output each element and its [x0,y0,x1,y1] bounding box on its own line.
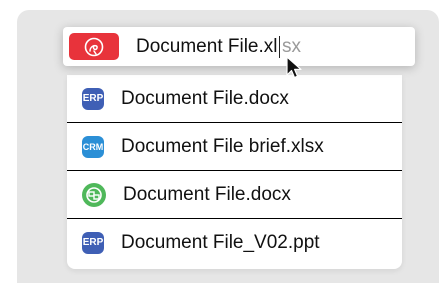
autocomplete-dropdown: ERP Document File.docx CRM Document File… [67,75,402,269]
result-item-3[interactable]: Document File.docx [67,171,402,218]
arrow-cursor-icon [285,56,303,85]
autocomplete-suggestion: sx [282,35,301,57]
search-input[interactable]: Document File.xl sx [63,27,415,66]
erp-badge-icon: ERP [82,87,104,110]
erp-badge-icon: ERP [82,231,104,254]
text-caret [278,35,280,58]
search-query: Document File.xl sx [136,35,301,58]
green-network-icon [82,182,106,207]
typed-text: Document File.xl [136,35,278,57]
red-swirl-app-icon [69,33,119,60]
result-label: Document File.docx [121,87,289,109]
result-label: Document File_V02.ppt [121,231,320,253]
result-label: Document File.docx [123,183,291,205]
result-label: Document File brief.xlsx [121,135,324,157]
crm-badge-icon: CRM [82,135,104,158]
result-item-1[interactable]: ERP Document File.docx [67,75,402,122]
result-item-4[interactable]: ERP Document File_V02.ppt [67,219,402,266]
result-item-2[interactable]: CRM Document File brief.xlsx [67,123,402,170]
